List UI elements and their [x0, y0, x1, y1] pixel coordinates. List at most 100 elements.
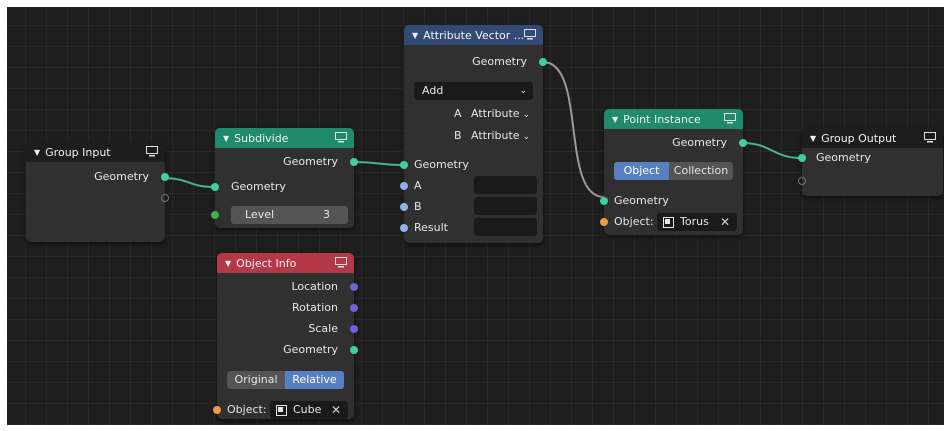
input-socket-geometry[interactable] — [400, 161, 408, 169]
chevron-down-icon: ⌄ — [522, 110, 531, 120]
result-attribute-field[interactable] — [474, 218, 537, 236]
output-label-geometry: Geometry — [472, 55, 527, 68]
node-title: Group Input — [45, 145, 111, 159]
input-label-geometry: Geometry — [231, 180, 286, 193]
output-label-geometry: Geometry — [283, 343, 338, 356]
b-label: B — [454, 129, 462, 142]
monitor-icon[interactable] — [724, 113, 736, 124]
output-label-location: Location — [291, 280, 338, 293]
a-type-dropdown[interactable]: Attribute ⌄ — [471, 105, 533, 123]
triangle-down-icon[interactable]: ▼ — [612, 115, 618, 124]
link-attribute-pointinstance — [542, 61, 605, 198]
object-value: Cube — [293, 403, 322, 416]
output-socket-geometry[interactable] — [739, 139, 747, 147]
input-label-result: Result — [414, 221, 448, 234]
output-socket-empty[interactable] — [161, 194, 169, 202]
node-title: Group Output — [821, 131, 897, 145]
node-object-info[interactable]: ▼ Object Info Location Rotation Scale Ge… — [213, 253, 358, 419]
node-point-instance[interactable]: ▼ Point Instance Geometry Object Collect… — [600, 109, 747, 235]
node-header[interactable]: ▼ Object Info — [217, 253, 354, 273]
link-pointinstance-groupoutput — [741, 142, 803, 159]
node-group-output[interactable]: ▼ Group Output Geometry — [798, 128, 943, 196]
input-socket-result[interactable] — [400, 224, 408, 232]
object-label: Object: — [227, 403, 267, 416]
input-label-geometry: Geometry — [816, 151, 871, 164]
monitor-icon[interactable] — [335, 257, 347, 268]
a-label: A — [454, 107, 462, 120]
monitor-icon[interactable] — [146, 146, 158, 157]
monitor-icon[interactable] — [335, 132, 347, 143]
node-title: Subdivide — [234, 131, 289, 145]
transform-space-toggle[interactable]: Original Relative — [227, 371, 344, 389]
b-attribute-field[interactable] — [474, 197, 537, 215]
chevron-down-icon: ⌄ — [519, 86, 527, 96]
close-icon[interactable]: ✕ — [720, 213, 730, 231]
output-label-geometry: Geometry — [94, 170, 149, 183]
triangle-down-icon[interactable]: ▼ — [412, 31, 418, 40]
output-label-scale: Scale — [308, 322, 338, 335]
mode-collection-button[interactable]: Collection — [669, 162, 733, 180]
monitor-icon[interactable] — [924, 132, 936, 143]
node-attribute-vector-math[interactable]: ▼ Attribute Vector ... Geometry Add ⌄ A … — [400, 25, 547, 243]
operation-value: Add — [422, 84, 444, 97]
b-type-dropdown[interactable]: Attribute ⌄ — [471, 127, 533, 145]
output-socket-geometry[interactable] — [539, 58, 547, 66]
node-header[interactable]: ▼ Point Instance — [604, 109, 743, 129]
node-editor-canvas[interactable]: ▼ Group Input Geometry ▼ Subdivide Geome… — [7, 7, 944, 425]
object-label: Object: — [614, 215, 654, 228]
chevron-down-icon: ⌄ — [522, 132, 531, 142]
link-groupinput-subdivide — [160, 177, 216, 188]
node-header[interactable]: ▼ Subdivide — [215, 128, 354, 148]
object-field[interactable]: Torus ✕ — [657, 213, 737, 231]
output-socket-geometry[interactable] — [350, 346, 358, 354]
input-socket-level[interactable] — [211, 211, 219, 219]
mode-original-button[interactable]: Original — [227, 371, 285, 389]
output-socket-geometry[interactable] — [161, 173, 169, 181]
mode-object-button[interactable]: Object — [614, 162, 669, 180]
node-title: Attribute Vector ... — [423, 28, 525, 42]
input-label-a: A — [414, 179, 422, 192]
monitor-icon[interactable] — [524, 29, 536, 40]
close-icon[interactable]: ✕ — [331, 401, 341, 419]
object-value: Torus — [680, 215, 709, 228]
node-title: Point Instance — [623, 112, 701, 126]
object-icon — [276, 404, 287, 416]
input-socket-object[interactable] — [600, 218, 608, 226]
input-socket-b[interactable] — [400, 203, 408, 211]
output-socket-location[interactable] — [350, 283, 358, 291]
node-header[interactable]: ▼ Group Input — [26, 142, 165, 162]
input-socket-geometry[interactable] — [798, 154, 806, 162]
a-attribute-field[interactable] — [474, 176, 537, 194]
node-subdivide[interactable]: ▼ Subdivide Geometry Geometry Level 3 — [211, 128, 358, 228]
input-socket-geometry[interactable] — [211, 183, 219, 191]
input-label-geometry: Geometry — [614, 194, 669, 207]
input-label-geometry: Geometry — [414, 158, 469, 171]
object-field[interactable]: Cube ✕ — [270, 401, 348, 419]
triangle-down-icon[interactable]: ▼ — [225, 259, 231, 268]
node-title: Object Info — [236, 256, 297, 270]
node-header[interactable]: ▼ Attribute Vector ... — [404, 25, 543, 45]
output-socket-geometry[interactable] — [350, 158, 358, 166]
input-socket-geometry[interactable] — [600, 197, 608, 205]
link-subdivide-attribute — [353, 161, 405, 166]
input-socket-object[interactable] — [213, 406, 221, 414]
triangle-down-icon[interactable]: ▼ — [810, 134, 816, 143]
level-value: 3 — [323, 208, 330, 221]
output-socket-scale[interactable] — [350, 325, 358, 333]
node-group-input[interactable]: ▼ Group Input Geometry — [26, 142, 169, 242]
b-type-value: Attribute — [471, 129, 520, 142]
output-label-rotation: Rotation — [291, 301, 338, 314]
triangle-down-icon[interactable]: ▼ — [223, 134, 229, 143]
operation-dropdown[interactable]: Add ⌄ — [414, 82, 533, 100]
mode-relative-button[interactable]: Relative — [285, 371, 344, 389]
instance-type-toggle[interactable]: Object Collection — [614, 162, 733, 180]
level-field[interactable]: Level 3 — [231, 206, 348, 224]
object-icon — [663, 216, 674, 228]
output-socket-rotation[interactable] — [350, 304, 358, 312]
node-header[interactable]: ▼ Group Output — [802, 128, 943, 148]
output-label-geometry: Geometry — [283, 155, 338, 168]
triangle-down-icon[interactable]: ▼ — [34, 148, 40, 157]
input-socket-a[interactable] — [400, 182, 408, 190]
input-label-b: B — [414, 200, 422, 213]
input-socket-empty[interactable] — [798, 177, 806, 185]
